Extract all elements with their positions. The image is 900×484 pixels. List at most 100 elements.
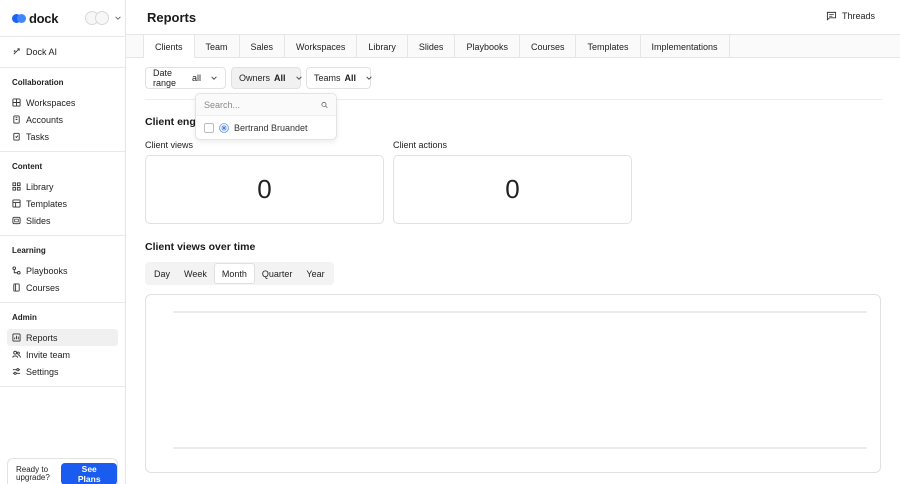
- tab-team[interactable]: Team: [195, 35, 240, 58]
- logo-row: dock: [0, 0, 125, 36]
- owners-dropdown: Bertrand Bruandet: [195, 93, 337, 140]
- filter-value: All: [274, 73, 286, 83]
- dock-logo-icon: [12, 13, 26, 23]
- see-plans-button[interactable]: See Plans: [61, 463, 117, 484]
- sidebar-item-workspaces[interactable]: Workspaces: [7, 94, 118, 111]
- logo-text: dock: [29, 10, 59, 26]
- filter-label: Teams: [314, 73, 341, 83]
- period-year[interactable]: Year: [299, 263, 331, 284]
- tab-sales[interactable]: Sales: [240, 35, 286, 58]
- sidebar-item-label: Invite team: [26, 349, 71, 360]
- divider: [0, 386, 125, 387]
- sliders-icon: [12, 367, 21, 376]
- book-icon: [12, 283, 21, 292]
- template-icon: [12, 199, 21, 208]
- clipboard-icon: [12, 132, 21, 141]
- sidebar-item-label: Courses: [26, 282, 60, 293]
- sidebar-item-library[interactable]: Library: [7, 178, 118, 195]
- sidebar-item-label: Templates: [26, 198, 68, 209]
- period-week[interactable]: Week: [177, 263, 214, 284]
- section-heading: Admin: [12, 313, 37, 322]
- client-views-label: Client views: [145, 140, 194, 150]
- tab-library[interactable]: Library: [357, 35, 408, 58]
- period-month[interactable]: Month: [213, 263, 255, 284]
- library-icon: [12, 182, 21, 191]
- grid-icon: [12, 98, 21, 107]
- avatar: [219, 123, 229, 133]
- date-range-filter[interactable]: Date range all: [145, 67, 226, 89]
- filter-bar: Date range all Owners All Teams All: [145, 67, 373, 89]
- period-selector: Day Week Month Quarter Year: [145, 262, 334, 285]
- sidebar: dock Dock AI Collaboration Workspaces Ac…: [0, 0, 126, 484]
- chat-icon: [826, 11, 837, 21]
- client-actions-card: 0: [393, 155, 632, 224]
- sidebar-item-accounts[interactable]: Accounts: [7, 111, 118, 128]
- owners-search: [196, 94, 336, 116]
- sidebar-item-label: Slides: [26, 215, 51, 226]
- views-chart: [145, 294, 881, 473]
- client-views-value: 0: [257, 174, 272, 204]
- sidebar-item-invite-team[interactable]: Invite team: [7, 346, 118, 363]
- section-heading: Content: [12, 162, 43, 171]
- upgrade-text: Ready to upgrade?: [16, 465, 50, 482]
- section-title-views-over-time: Client views over time: [145, 241, 256, 253]
- search-icon: [321, 101, 328, 108]
- option-checkbox[interactable]: [204, 123, 214, 133]
- tab-slides[interactable]: Slides: [408, 35, 456, 58]
- sidebar-item-dock-ai[interactable]: Dock AI: [7, 43, 118, 60]
- sidebar-item-playbooks[interactable]: Playbooks: [7, 262, 118, 279]
- sidebar-item-reports[interactable]: Reports: [7, 329, 118, 346]
- sidebar-item-label: Playbooks: [26, 265, 68, 276]
- sidebar-item-slides[interactable]: Slides: [7, 212, 118, 229]
- sidebar-item-label: Library: [26, 181, 54, 192]
- threads-label: Threads: [841, 11, 875, 21]
- building-icon: [12, 115, 21, 124]
- sidebar-item-label: Tasks: [26, 131, 50, 142]
- chevron-down-icon: [210, 74, 218, 83]
- sidebar-item-templates[interactable]: Templates: [7, 195, 118, 212]
- section-heading: Learning: [12, 246, 46, 255]
- filter-value: all: [191, 73, 201, 83]
- threads-button[interactable]: Threads: [826, 11, 875, 21]
- chevron-down-icon: [113, 14, 122, 23]
- teams-filter[interactable]: Teams All: [306, 67, 373, 89]
- bar-chart-icon: [12, 333, 21, 342]
- tab-workspaces[interactable]: Workspaces: [285, 35, 358, 58]
- tab-implementations[interactable]: Implementations: [641, 35, 730, 58]
- period-day[interactable]: Day: [147, 263, 177, 284]
- sidebar-item-label: Reports: [26, 332, 58, 343]
- slides-icon: [12, 216, 21, 225]
- sidebar-item-tasks[interactable]: Tasks: [7, 128, 118, 145]
- sparkle-icon: [12, 47, 21, 56]
- section-heading: Collaboration: [12, 78, 64, 87]
- chevron-down-icon: [295, 74, 303, 83]
- filter-label: Date range: [153, 68, 177, 88]
- owners-search-input[interactable]: [204, 99, 321, 110]
- playbook-icon: [12, 266, 21, 275]
- tab-templates[interactable]: Templates: [576, 35, 641, 58]
- sidebar-item-courses[interactable]: Courses: [7, 279, 118, 296]
- period-quarter[interactable]: Quarter: [255, 263, 300, 284]
- tab-clients[interactable]: Clients: [144, 35, 195, 58]
- workspace-switcher[interactable]: [85, 11, 122, 25]
- client-actions-value: 0: [505, 174, 520, 204]
- owners-filter[interactable]: Owners All: [231, 67, 303, 89]
- client-actions-label: Client actions: [393, 140, 448, 150]
- sidebar-item-settings[interactable]: Settings: [7, 363, 118, 380]
- page-title: Reports: [147, 9, 197, 25]
- sidebar-item-label: Workspaces: [26, 97, 76, 108]
- tab-courses[interactable]: Courses: [520, 35, 577, 58]
- upgrade-card: Ready to upgrade? See Plans: [7, 458, 118, 484]
- sidebar-item-label: Settings: [26, 366, 59, 377]
- report-tabs: Clients Team Sales Workspaces Library Sl…: [126, 34, 900, 58]
- workspace-avatars-icon: [85, 11, 111, 25]
- owner-option[interactable]: Bertrand Bruandet: [196, 116, 336, 140]
- option-label: Bertrand Bruandet: [234, 123, 308, 133]
- dock-logo[interactable]: dock: [12, 11, 58, 26]
- views-chart-plot: [173, 311, 867, 449]
- users-icon: [12, 350, 21, 359]
- chevron-down-icon: [365, 74, 373, 83]
- tab-playbooks[interactable]: Playbooks: [455, 35, 520, 58]
- sidebar-item-label: Accounts: [26, 114, 64, 125]
- sidebar-item-label: Dock AI: [26, 46, 58, 57]
